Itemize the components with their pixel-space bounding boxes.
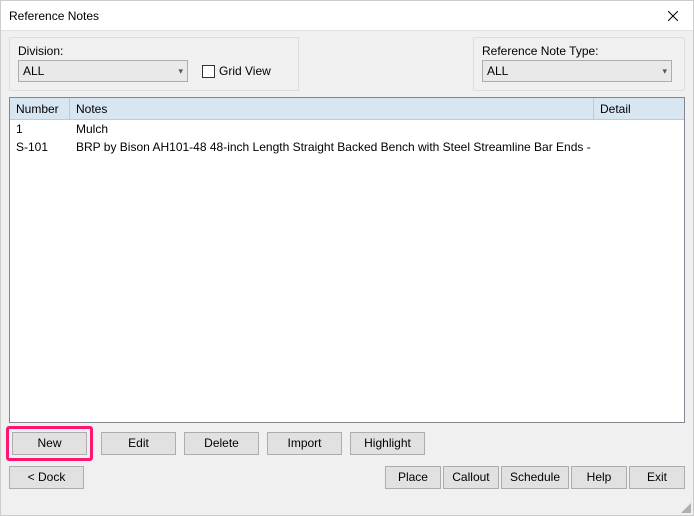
edit-button[interactable]: Edit — [101, 432, 176, 455]
resize-grip[interactable] — [679, 501, 691, 513]
help-button[interactable]: Help — [571, 466, 627, 489]
reference-notes-window: Reference Notes Division: ALL ▾ Grid Vie… — [0, 0, 694, 516]
content-area: Division: ALL ▾ Grid View Reference Note… — [1, 31, 693, 515]
import-button[interactable]: Import — [267, 432, 342, 455]
table-row[interactable]: 1 Mulch — [10, 120, 684, 138]
highlight-button[interactable]: Highlight — [350, 432, 425, 455]
callout-button[interactable]: Callout — [443, 466, 499, 489]
delete-button[interactable]: Delete — [184, 432, 259, 455]
table-row[interactable]: S-101 BRP by Bison AH101-48 48-inch Leng… — [10, 138, 684, 156]
grid-view-label: Grid View — [219, 64, 271, 78]
action-buttons-row: New Edit Delete Import Highlight — [9, 429, 685, 457]
cell-notes: BRP by Bison AH101-48 48-inch Length Str… — [70, 140, 594, 154]
ref-type-label: Reference Note Type: — [482, 44, 676, 58]
close-button[interactable] — [653, 1, 693, 30]
new-button-highlight: New — [6, 426, 93, 461]
division-select[interactable]: ALL ▾ — [18, 60, 188, 82]
bottom-right-buttons: Place Callout Schedule Help Exit — [385, 466, 685, 489]
notes-table: Number Notes Detail 1 Mulch S-101 BRP by… — [9, 97, 685, 423]
division-group: Division: ALL ▾ Grid View — [9, 37, 299, 91]
chevron-down-icon: ▾ — [662, 61, 667, 81]
top-controls: Division: ALL ▾ Grid View Reference Note… — [9, 37, 685, 91]
ref-type-group: Reference Note Type: ALL ▾ — [473, 37, 685, 91]
checkbox-icon — [202, 65, 215, 78]
grid-view-checkbox[interactable]: Grid View — [202, 60, 271, 82]
division-label: Division: — [18, 44, 188, 58]
header-number[interactable]: Number — [10, 98, 70, 119]
ref-type-value: ALL — [487, 61, 508, 81]
cell-number: 1 — [10, 122, 70, 136]
new-button[interactable]: New — [12, 432, 87, 455]
cell-number: S-101 — [10, 140, 70, 154]
schedule-button[interactable]: Schedule — [501, 466, 569, 489]
division-value: ALL — [23, 61, 44, 81]
ref-type-select[interactable]: ALL ▾ — [482, 60, 672, 82]
header-detail[interactable]: Detail — [594, 98, 684, 119]
place-button[interactable]: Place — [385, 466, 441, 489]
close-icon — [668, 11, 678, 21]
exit-button[interactable]: Exit — [629, 466, 685, 489]
bottom-buttons-row: < Dock Place Callout Schedule Help Exit — [9, 463, 685, 491]
titlebar: Reference Notes — [1, 1, 693, 31]
table-header: Number Notes Detail — [10, 98, 684, 120]
dock-button[interactable]: < Dock — [9, 466, 84, 489]
window-title: Reference Notes — [9, 9, 99, 23]
header-notes[interactable]: Notes — [70, 98, 594, 119]
cell-notes: Mulch — [70, 122, 594, 136]
chevron-down-icon: ▾ — [178, 61, 183, 81]
